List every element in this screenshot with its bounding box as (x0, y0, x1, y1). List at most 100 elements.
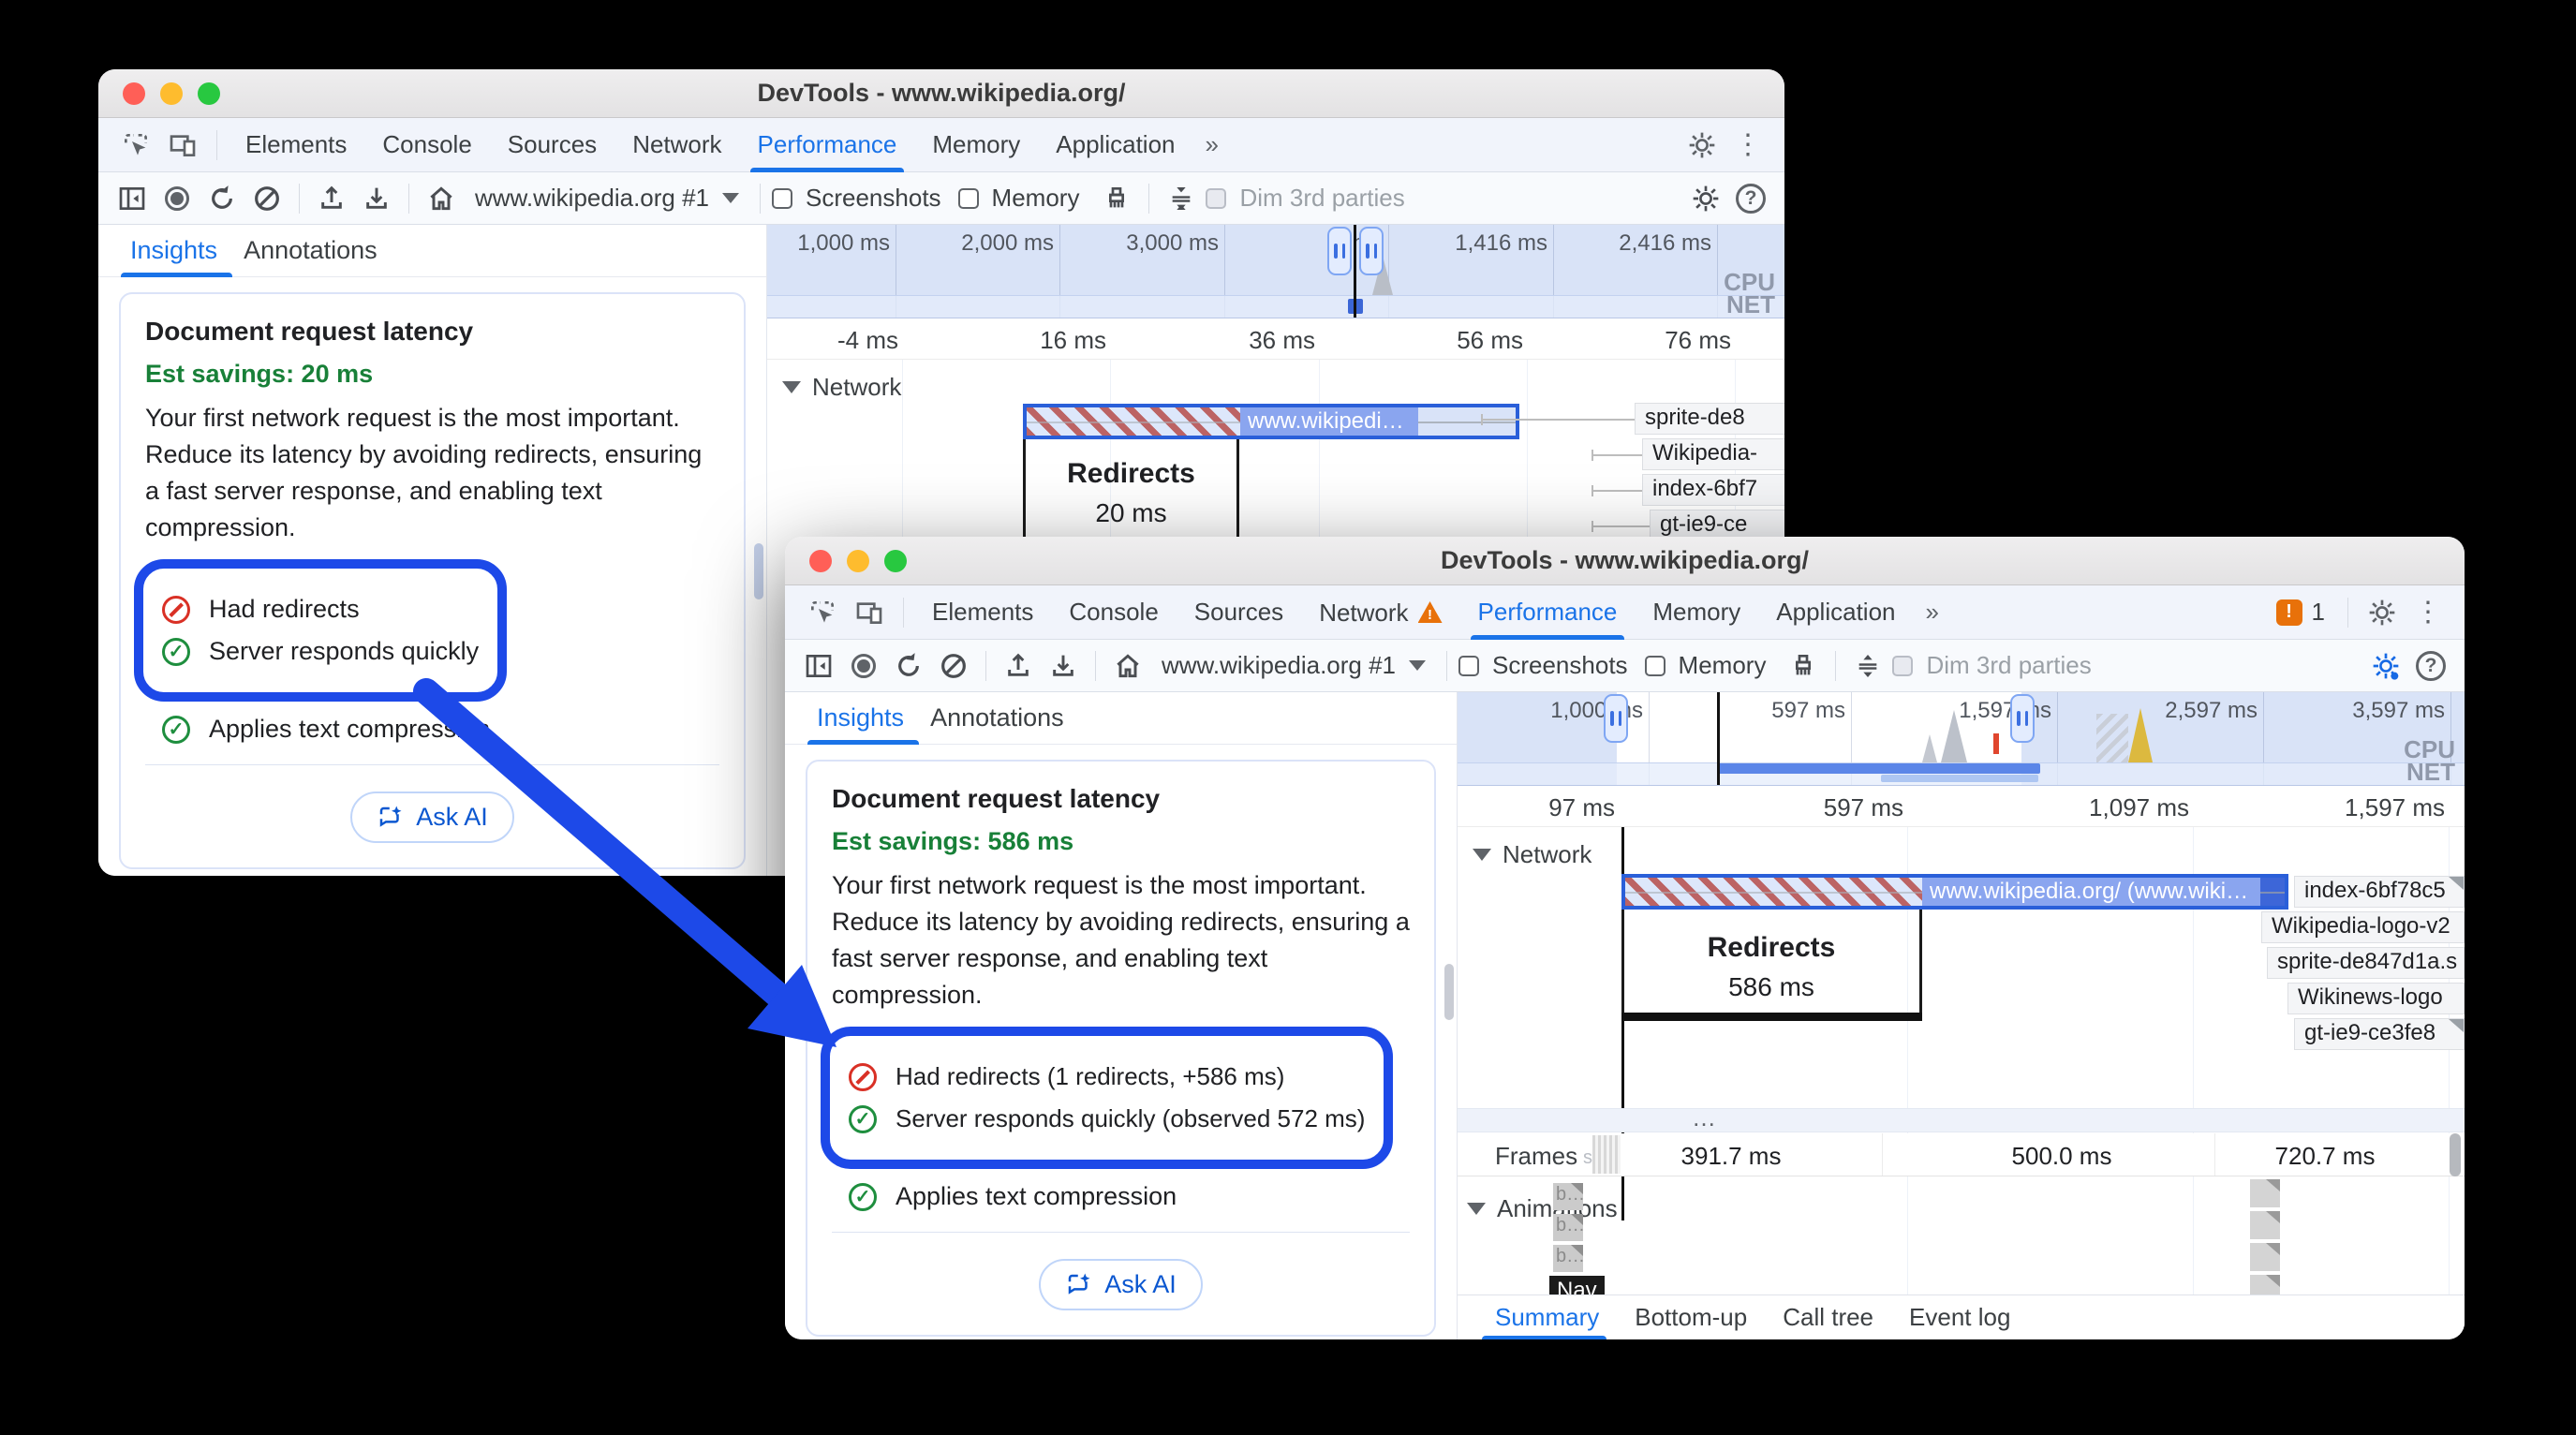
nav-marker-chip[interactable]: Nav (1549, 1276, 1605, 1294)
tab-memory[interactable]: Memory (917, 118, 1035, 172)
record-icon[interactable] (843, 645, 884, 687)
screenshots-checkbox[interactable] (772, 188, 792, 209)
tab-summary[interactable]: Summary (1482, 1295, 1612, 1340)
home-icon[interactable] (421, 178, 462, 219)
toggle-sidebar-icon[interactable] (798, 645, 839, 687)
tab-application[interactable]: Application (1041, 118, 1190, 172)
request-chip[interactable]: gt-ie9-ce3fe8 (2294, 1018, 2465, 1050)
memory-checkbox[interactable] (1645, 656, 1666, 676)
zoom-window-left-handle[interactable] (1327, 227, 1352, 275)
tab-annotations[interactable]: Annotations (234, 236, 387, 276)
tab-event-log[interactable]: Event log (1896, 1295, 2023, 1340)
animations-track-label[interactable]: Animations (1467, 1194, 1618, 1223)
window-controls[interactable] (809, 550, 907, 572)
tab-annotations[interactable]: Annotations (921, 703, 1073, 744)
tab-sources[interactable]: Sources (1179, 585, 1298, 640)
network-track-label[interactable]: Network (782, 373, 901, 402)
tab-insights[interactable]: Insights (807, 703, 913, 744)
network-flamechart[interactable]: Network www.wikipedia.org/ (www.wiki… Re… (1458, 827, 2465, 1294)
tab-elements[interactable]: Elements (230, 118, 362, 172)
tab-console[interactable]: Console (1054, 585, 1173, 640)
sidebar-scrollbar[interactable] (754, 543, 763, 599)
timeline-overview[interactable]: 1,000 ms 597 ms 1,597 ms 2,597 ms 3,597 … (1458, 692, 2465, 786)
close-window-icon[interactable] (123, 82, 145, 105)
animation-chip[interactable]: b… (1553, 1245, 1583, 1272)
animation-chip[interactable]: b… (1553, 1183, 1583, 1210)
help-icon[interactable]: ? (1730, 178, 1771, 219)
screenshot-thumb[interactable] (2250, 1179, 2280, 1207)
reload-record-icon[interactable] (888, 645, 929, 687)
sidebar-scrollbar[interactable] (1444, 964, 1454, 1020)
inspect-element-icon[interactable] (802, 592, 843, 633)
target-selector[interactable]: www.wikipedia.org #1 (1152, 651, 1435, 680)
tab-bottom-up[interactable]: Bottom-up (1621, 1295, 1760, 1340)
insight-card[interactable]: Document request latency Est savings: 20… (119, 292, 746, 869)
expand-tracks-icon[interactable] (1847, 645, 1888, 687)
issues-icon[interactable]: ! (2276, 599, 2302, 626)
memory-checkbox[interactable] (958, 188, 979, 209)
tab-performance[interactable]: Performance (1463, 585, 1633, 640)
capture-settings-gear-icon[interactable] (1685, 178, 1726, 219)
home-icon[interactable] (1107, 645, 1148, 687)
upload-profile-icon[interactable] (311, 178, 352, 219)
zoom-window-right-handle[interactable] (1359, 227, 1384, 275)
collapsed-tracks-row[interactable]: … (1458, 1108, 2465, 1132)
screenshots-checkbox[interactable] (1458, 656, 1479, 676)
close-window-icon[interactable] (809, 550, 832, 572)
screenshot-thumb[interactable] (2250, 1275, 2280, 1294)
download-profile-icon[interactable] (356, 178, 397, 219)
clear-icon[interactable] (246, 178, 288, 219)
dim-3rd-parties-checkbox[interactable] (1206, 188, 1226, 209)
request-chip[interactable]: sprite-de8 (1635, 403, 1784, 435)
tab-network[interactable]: Network (617, 118, 736, 172)
request-chip[interactable]: index-6bf78c5 (2294, 876, 2465, 908)
tab-application[interactable]: Application (1761, 585, 1910, 640)
collapse-tracks-icon[interactable] (1161, 178, 1202, 219)
request-chip[interactable]: Wikipedia-logo-v2 (2261, 911, 2465, 943)
tab-insights[interactable]: Insights (121, 236, 227, 276)
reload-record-icon[interactable] (201, 178, 243, 219)
garbage-collect-icon[interactable] (1096, 178, 1137, 219)
settings-gear-icon[interactable] (1681, 125, 1723, 166)
clear-icon[interactable] (933, 645, 974, 687)
tab-console[interactable]: Console (367, 118, 486, 172)
capture-settings-gear-icon[interactable] (2365, 645, 2406, 687)
tab-memory[interactable]: Memory (1637, 585, 1755, 640)
ask-ai-button[interactable]: Ask AI (350, 791, 514, 843)
record-icon[interactable] (156, 178, 198, 219)
settings-gear-icon[interactable] (2361, 592, 2403, 633)
frames-track[interactable]: Frames s 391.7 ms 500.0 ms 720.7 ms (1458, 1133, 2465, 1176)
zoom-window-icon[interactable] (198, 82, 220, 105)
dim-3rd-parties-checkbox[interactable] (1892, 656, 1913, 676)
kebab-menu-icon[interactable]: ⋮ (1728, 128, 1768, 161)
document-request-bar[interactable]: www.wikipedia.org/ (www.wiki… (1621, 874, 2288, 910)
animation-chip[interactable]: b… (1553, 1214, 1583, 1241)
ask-ai-button[interactable]: Ask AI (1039, 1259, 1203, 1310)
screenshot-thumb[interactable] (2250, 1243, 2280, 1271)
screenshot-thumb[interactable] (2250, 1211, 2280, 1239)
tab-network[interactable]: Network ! (1304, 585, 1457, 640)
inspect-element-icon[interactable] (115, 125, 156, 166)
help-icon[interactable]: ? (2410, 645, 2451, 687)
device-toolbar-icon[interactable] (849, 592, 890, 633)
target-selector[interactable]: www.wikipedia.org #1 (466, 184, 748, 213)
insight-card[interactable]: Document request latency Est savings: 58… (806, 760, 1436, 1337)
tab-call-tree[interactable]: Call tree (1769, 1295, 1887, 1340)
request-chip[interactable]: Wikipedia- (1642, 438, 1784, 470)
request-chip[interactable]: sprite-de847d1a.s (2267, 947, 2465, 979)
device-toolbar-icon[interactable] (162, 125, 203, 166)
minimize-window-icon[interactable] (847, 550, 869, 572)
zoom-window-right-handle[interactable] (2010, 694, 2035, 743)
request-chip[interactable]: index-6bf7 (1642, 474, 1784, 506)
document-request-bar[interactable]: www.wikipedi… (1023, 404, 1519, 439)
window-controls[interactable] (123, 82, 220, 105)
timeline-scrollbar[interactable] (2450, 1133, 2461, 1176)
titlebar[interactable]: DevTools - www.wikipedia.org/ (98, 69, 1784, 118)
more-tabs-icon[interactable]: » (1196, 130, 1225, 159)
request-chip[interactable]: Wikinews-logo (2287, 983, 2465, 1014)
network-track-label[interactable]: Network (1473, 840, 1591, 869)
toggle-sidebar-icon[interactable] (111, 178, 153, 219)
upload-profile-icon[interactable] (998, 645, 1039, 687)
garbage-collect-icon[interactable] (1783, 645, 1824, 687)
more-tabs-icon[interactable]: » (1917, 598, 1946, 627)
